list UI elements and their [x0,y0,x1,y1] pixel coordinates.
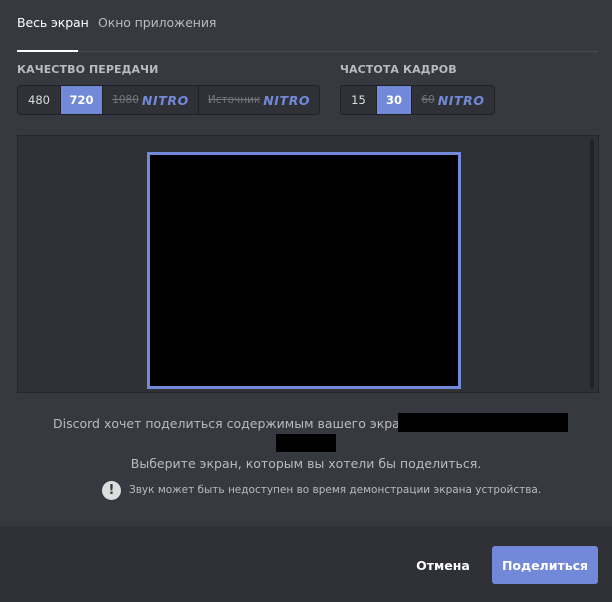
preview-scrollbar[interactable] [590,140,594,388]
framerate-option-30-label: 30 [385,93,402,107]
quality-option-720-label: 720 [69,93,94,107]
screen-thumbnail[interactable] [147,152,461,389]
share-button[interactable]: Поделиться [492,546,598,584]
nitro-badge: NITRO [141,92,189,108]
framerate-option-15-label: 15 [351,93,366,107]
quality-option-1080-label: 1080 [112,94,139,106]
nitro-badge: NITRO [263,92,311,108]
audio-warning: ! Звук может быть недоступен во время де… [102,480,541,500]
dialog-footer: Отмена Поделиться [0,526,612,602]
framerate-option-60-label: 60 [421,94,435,106]
quality-option-1080[interactable]: 1080 NITRO [103,86,199,114]
source-tabs: Весь экран Окно приложения [17,0,598,52]
framerate-option-60[interactable]: 60 NITRO [412,86,494,114]
tab-app-window[interactable]: Окно приложения [98,15,216,30]
quality-label: КАЧЕСТВО ПЕРЕДАЧИ [17,63,159,76]
choose-screen-text: Выберите экран, которым вы хотели бы под… [130,456,482,471]
quality-selector: 480 720 1080 NITRO Источник NITRO [17,85,320,115]
tab-full-screen[interactable]: Весь экран [17,15,89,30]
nitro-badge: NITRO [437,92,485,108]
tab-full-screen-label: Весь экран [17,15,89,30]
redacted-app-name-continued [276,434,336,452]
quality-option-480-label: 480 [28,93,50,107]
redacted-app-name [398,413,568,432]
screen-preview-area [17,135,599,393]
tab-app-window-label: Окно приложения [98,15,217,30]
framerate-selector: 15 30 60 NITRO [340,85,495,115]
share-request-text: Discord хочет поделиться содержимым ваше… [53,416,427,431]
cancel-button[interactable]: Отмена [408,546,478,584]
active-tab-indicator [17,50,78,52]
audio-warning-text: Звук может быть недоступен во время демо… [129,484,542,496]
framerate-label: ЧАСТОТА КАДРОВ [340,63,457,76]
screen-share-dialog: Весь экран Окно приложения КАЧЕСТВО ПЕРЕ… [0,0,612,602]
framerate-option-30[interactable]: 30 [377,86,412,114]
exclamation-icon: ! [102,480,121,500]
framerate-option-15[interactable]: 15 [341,86,377,114]
quality-option-source[interactable]: Источник NITRO [199,86,319,114]
quality-option-480[interactable]: 480 [18,86,61,114]
quality-option-source-label: Источник [207,94,261,106]
quality-option-720[interactable]: 720 [61,86,103,114]
